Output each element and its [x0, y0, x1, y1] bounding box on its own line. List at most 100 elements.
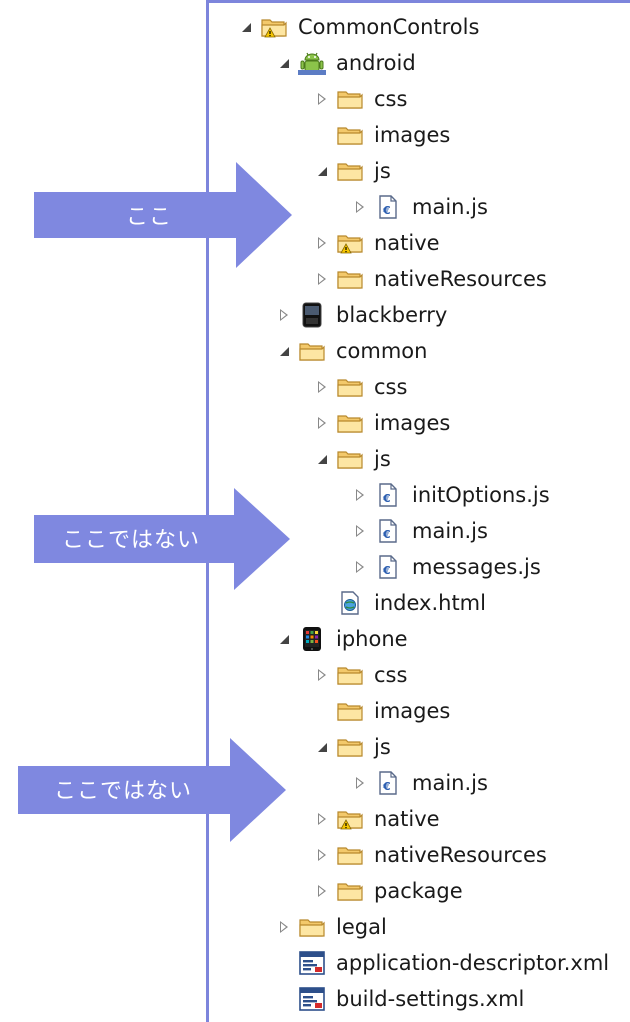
- tree-item[interactable]: blackberry: [276, 300, 447, 330]
- tree-item-label: legal: [336, 915, 387, 939]
- js-file-icon: €: [374, 771, 402, 795]
- expand-arrow-icon[interactable]: [314, 84, 330, 114]
- tree-item[interactable]: images: [314, 696, 450, 726]
- folder-icon: [336, 411, 364, 435]
- tree-item-label: index.html: [374, 591, 486, 615]
- collapse-arrow-icon[interactable]: [276, 624, 292, 654]
- collapse-arrow-icon[interactable]: [238, 12, 254, 42]
- callout-arrow-not-here-2: ここではない: [18, 738, 286, 842]
- collapse-arrow-icon[interactable]: [276, 48, 292, 78]
- tree-item-label: package: [374, 879, 463, 903]
- tree-item-label: images: [374, 123, 451, 147]
- expand-arrow-icon[interactable]: [314, 840, 330, 870]
- collapse-arrow-icon[interactable]: [314, 444, 330, 474]
- tree-item[interactable]: native: [314, 228, 440, 258]
- tree-item[interactable]: build-settings.xml: [276, 984, 524, 1014]
- js-file-icon: €: [374, 195, 402, 219]
- folder-icon: [298, 339, 326, 363]
- folder-icon: [336, 375, 364, 399]
- svg-text:€: €: [382, 204, 391, 217]
- folder-icon: [336, 699, 364, 723]
- tree-item[interactable]: js: [314, 732, 391, 762]
- expand-arrow-icon[interactable]: [352, 192, 368, 222]
- folder-icon: [336, 267, 364, 291]
- tree-item-label: images: [374, 411, 451, 435]
- collapse-arrow-icon[interactable]: [276, 336, 292, 366]
- expand-arrow-icon[interactable]: [314, 804, 330, 834]
- tree-item-label: native: [374, 231, 440, 255]
- folder-icon: [336, 735, 364, 759]
- svg-text:€: €: [382, 564, 391, 577]
- expand-arrow-icon[interactable]: [314, 408, 330, 438]
- tree-item[interactable]: CommonControls: [238, 12, 479, 42]
- svg-text:€: €: [382, 528, 391, 541]
- tree-item[interactable]: nativeResources: [314, 264, 547, 294]
- tree-item[interactable]: js: [314, 156, 391, 186]
- tree-item[interactable]: images: [314, 408, 450, 438]
- expand-arrow-icon[interactable]: [314, 372, 330, 402]
- expand-arrow-icon[interactable]: [314, 228, 330, 258]
- expand-arrow-icon[interactable]: [276, 912, 292, 942]
- tree-item[interactable]: nativeResources: [314, 840, 547, 870]
- tree-item[interactable]: legal: [276, 912, 387, 942]
- tree-item[interactable]: € main.js: [352, 768, 488, 798]
- tree-item[interactable]: € main.js: [352, 516, 488, 546]
- expand-arrow-icon[interactable]: [352, 768, 368, 798]
- folder-icon: [336, 159, 364, 183]
- folder-icon: [336, 123, 364, 147]
- tree-item[interactable]: € initOptions.js: [352, 480, 550, 510]
- callout-arrow-here: ここ: [34, 162, 292, 268]
- tree-item-label: nativeResources: [374, 267, 547, 291]
- tree-item-label: blackberry: [336, 303, 448, 327]
- tree-item[interactable]: css: [314, 660, 407, 690]
- tree-item-label: js: [374, 447, 391, 471]
- folder-icon: [336, 447, 364, 471]
- expand-arrow-icon[interactable]: [314, 876, 330, 906]
- tree-item[interactable]: css: [314, 372, 407, 402]
- tree-item-label: js: [374, 735, 391, 759]
- android-icon: [298, 51, 326, 75]
- html-file-icon: [336, 591, 364, 615]
- tree-item-label: main.js: [412, 195, 488, 219]
- tree-item-label: css: [374, 87, 408, 111]
- expand-arrow-icon[interactable]: [314, 660, 330, 690]
- tree-item[interactable]: images: [314, 120, 450, 150]
- tree-item[interactable]: € main.js: [352, 192, 488, 222]
- folder-icon: [298, 915, 326, 939]
- tree-item-label: images: [374, 699, 451, 723]
- folder-icon: [336, 879, 364, 903]
- tree-item-label: css: [374, 663, 408, 687]
- tree-item[interactable]: android: [276, 48, 416, 78]
- tree-item-label: messages.js: [412, 555, 541, 579]
- expand-arrow-icon[interactable]: [352, 516, 368, 546]
- tree-item[interactable]: iphone: [276, 624, 408, 654]
- collapse-arrow-icon[interactable]: [314, 732, 330, 762]
- tree-item[interactable]: native: [314, 804, 440, 834]
- tree-item[interactable]: js: [314, 444, 391, 474]
- tree-item[interactable]: € messages.js: [352, 552, 541, 582]
- js-file-icon: €: [374, 483, 402, 507]
- tree-item-label: main.js: [412, 519, 488, 543]
- tree-item[interactable]: common: [276, 336, 427, 366]
- collapse-arrow-icon[interactable]: [314, 156, 330, 186]
- folder-icon: [336, 663, 364, 687]
- tree-item-label: iphone: [336, 627, 408, 651]
- tree-item[interactable]: package: [314, 876, 463, 906]
- tree-item[interactable]: css: [314, 84, 407, 114]
- tree-item-label: main.js: [412, 771, 488, 795]
- tree-item[interactable]: application-descriptor.xml: [276, 948, 609, 978]
- expand-arrow-icon[interactable]: [352, 480, 368, 510]
- toggle-spacer: [314, 588, 330, 618]
- callout-label: ここ: [126, 205, 173, 230]
- tree-item[interactable]: index.html: [314, 588, 486, 618]
- expand-arrow-icon[interactable]: [276, 300, 292, 330]
- tree-item-label: initOptions.js: [412, 483, 550, 507]
- project-folder-icon: [260, 15, 288, 39]
- expand-arrow-icon[interactable]: [352, 552, 368, 582]
- folder-icon: [336, 843, 364, 867]
- tree-item-label: nativeResources: [374, 843, 547, 867]
- callout-label: ここではない: [62, 528, 201, 553]
- warning-folder-icon: [336, 231, 364, 255]
- expand-arrow-icon[interactable]: [314, 264, 330, 294]
- toggle-spacer: [276, 948, 292, 978]
